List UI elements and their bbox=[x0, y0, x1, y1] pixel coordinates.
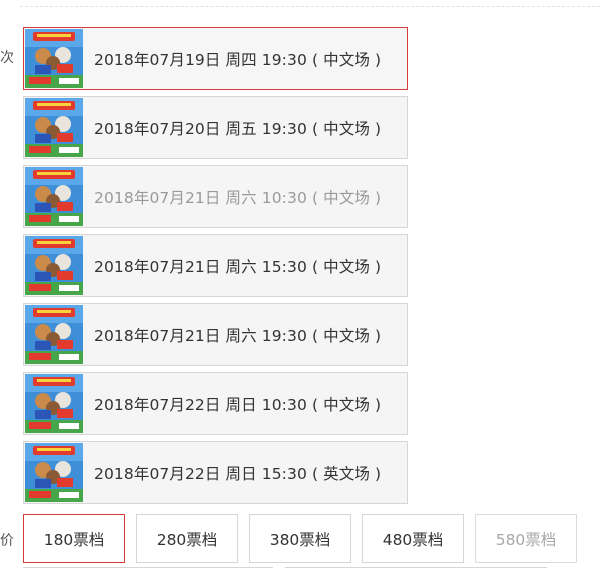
show-poster-thumbnail bbox=[25, 305, 83, 364]
show-poster-thumbnail bbox=[25, 374, 83, 433]
show-poster-thumbnail bbox=[25, 167, 83, 226]
session-list: 2018年07月19日 周四 19:30 ( 中文场 ) 2018年07月20日… bbox=[23, 27, 408, 510]
session-option-label: 2018年07月19日 周四 19:30 ( 中文场 ) bbox=[94, 50, 382, 69]
show-poster-thumbnail bbox=[25, 236, 83, 295]
session-row-label: 场次 bbox=[0, 50, 14, 66]
session-option-label: 2018年07月21日 周六 19:30 ( 中文场 ) bbox=[94, 326, 382, 345]
price-tier-button[interactable]: 280票档 bbox=[136, 514, 238, 563]
session-option-label: 2018年07月21日 周六 10:30 ( 中文场 ) bbox=[94, 188, 382, 207]
session-option[interactable]: 2018年07月21日 周六 10:30 ( 中文场 ) bbox=[23, 165, 408, 228]
price-tier-button[interactable]: 480票档 bbox=[362, 514, 464, 563]
price-tier-list: 180票档 280票档 380票档 480票档 580票档 bbox=[23, 514, 588, 563]
session-option[interactable]: 2018年07月22日 周日 15:30 ( 英文场 ) bbox=[23, 441, 408, 504]
top-divider bbox=[20, 6, 600, 7]
price-tier-button[interactable]: 380票档 bbox=[249, 514, 351, 563]
session-option[interactable]: 2018年07月19日 周四 19:30 ( 中文场 ) bbox=[23, 27, 408, 90]
session-option-label: 2018年07月20日 周五 19:30 ( 中文场 ) bbox=[94, 119, 382, 138]
price-row-label: 票价 bbox=[0, 533, 14, 549]
price-tier-button[interactable]: 580票档 bbox=[475, 514, 577, 563]
session-option-label: 2018年07月21日 周六 15:30 ( 中文场 ) bbox=[94, 257, 382, 276]
session-option-label: 2018年07月22日 周日 15:30 ( 英文场 ) bbox=[94, 464, 382, 483]
price-tier-button[interactable]: 180票档 bbox=[23, 514, 125, 563]
show-poster-thumbnail bbox=[25, 443, 83, 502]
ticket-selection-panel: 场次 2018年07月19日 周四 19:30 ( 中文场 ) 2018年07月… bbox=[0, 0, 600, 570]
show-poster-thumbnail bbox=[25, 29, 83, 88]
session-option[interactable]: 2018年07月21日 周六 15:30 ( 中文场 ) bbox=[23, 234, 408, 297]
session-option-label: 2018年07月22日 周日 10:30 ( 中文场 ) bbox=[94, 395, 382, 414]
session-option[interactable]: 2018年07月20日 周五 19:30 ( 中文场 ) bbox=[23, 96, 408, 159]
session-option[interactable]: 2018年07月21日 周六 19:30 ( 中文场 ) bbox=[23, 303, 408, 366]
session-option[interactable]: 2018年07月22日 周日 10:30 ( 中文场 ) bbox=[23, 372, 408, 435]
show-poster-thumbnail bbox=[25, 98, 83, 157]
